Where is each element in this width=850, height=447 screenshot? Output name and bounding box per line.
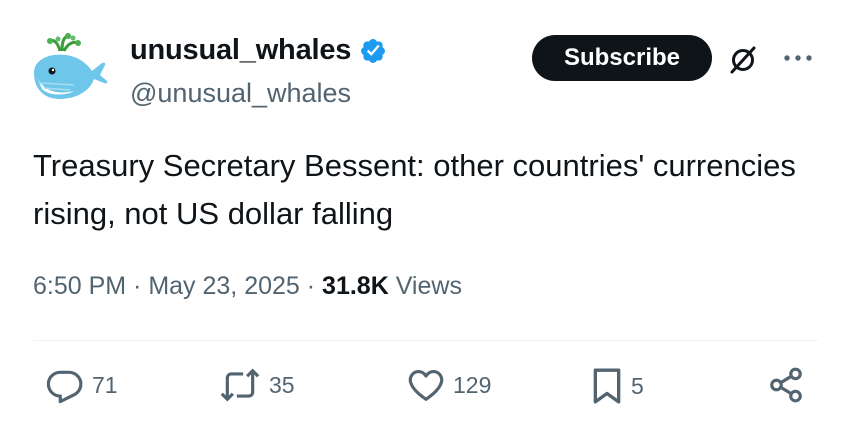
- tweet-card: unusual_whales @unusual_whales Subscribe…: [0, 0, 850, 447]
- views-count[interactable]: 31.8K: [322, 272, 389, 300]
- retweet-button[interactable]: 35: [218, 366, 295, 404]
- reply-count: 71: [92, 371, 118, 398]
- author-display-name[interactable]: unusual_whales: [130, 34, 351, 67]
- reply-button[interactable]: 71: [45, 366, 118, 404]
- bookmark-button[interactable]: 5: [590, 366, 644, 406]
- like-button[interactable]: 129: [406, 366, 491, 404]
- divider: [33, 340, 818, 341]
- meta-separator: ·: [299, 272, 323, 300]
- subscribe-button[interactable]: Subscribe: [532, 35, 712, 81]
- bookmark-icon: [593, 368, 621, 404]
- grok-icon[interactable]: [728, 45, 758, 75]
- like-count: 129: [453, 371, 492, 398]
- share-icon: [770, 367, 802, 403]
- meta-separator: ·: [126, 272, 149, 300]
- heart-icon: [408, 369, 444, 401]
- tweet-date[interactable]: May 23, 2025: [148, 272, 300, 300]
- bookmark-count: 5: [631, 372, 644, 399]
- retweet-icon: [220, 368, 260, 402]
- author-handle[interactable]: @unusual_whales: [130, 78, 351, 109]
- share-button[interactable]: [767, 366, 805, 404]
- reply-icon: [46, 370, 83, 404]
- author-name-row[interactable]: unusual_whales: [130, 34, 387, 67]
- avatar[interactable]: [30, 33, 110, 105]
- tweet-text: Treasury Secretary Bessent: other countr…: [33, 148, 796, 231]
- more-icon[interactable]: [781, 48, 815, 68]
- tweet-time[interactable]: 6:50 PM: [33, 272, 126, 300]
- verified-badge-icon: [359, 37, 387, 65]
- views-label: Views: [388, 272, 462, 300]
- whale-icon: [34, 33, 108, 99]
- retweet-count: 35: [269, 371, 295, 398]
- tweet-meta: 6:50 PM · May 23, 2025 · 31.8K Views: [33, 272, 462, 301]
